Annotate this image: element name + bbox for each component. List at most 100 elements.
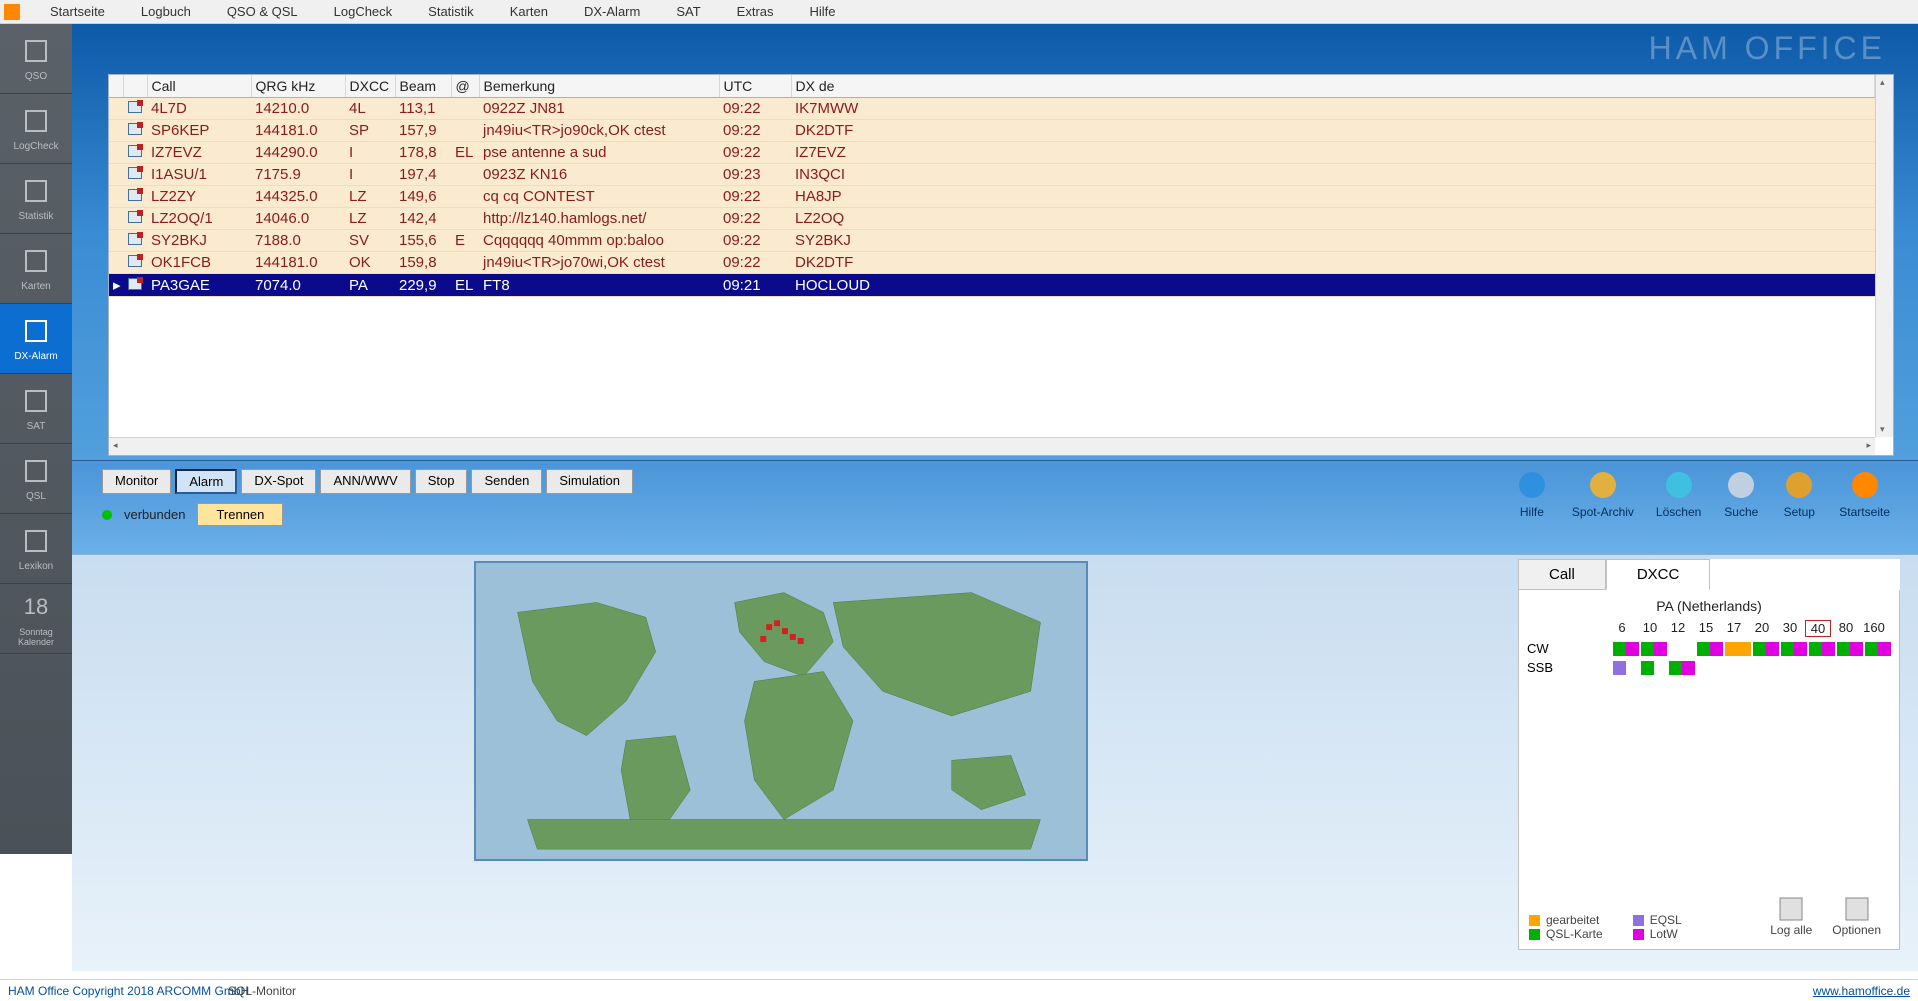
status-cell — [1641, 661, 1667, 675]
connection-status: verbunden Trennen — [102, 503, 283, 526]
table-row[interactable]: LZ2ZY144325.0LZ149,6cq cq CONTEST09:22HA… — [109, 186, 1875, 208]
sidebar-icon — [20, 105, 52, 137]
scrollbar-vertical[interactable] — [1875, 75, 1893, 437]
menu-logcheck[interactable]: LogCheck — [316, 4, 411, 19]
action-logalle[interactable]: Log alle — [1770, 895, 1812, 937]
table-row[interactable]: SP6KEP144181.0SP157,9jn49iu<TR>jo90ck,OK… — [109, 120, 1875, 142]
dxcc-panel: CallDXCC PA (Netherlands) 61012151720304… — [1518, 559, 1900, 959]
toolbar-setup[interactable]: Setup — [1781, 467, 1817, 519]
footer-link[interactable]: www.hamoffice.de — [1813, 984, 1910, 998]
tab-stop[interactable]: Stop — [415, 469, 468, 494]
scrollbar-horizontal[interactable] — [109, 437, 1875, 455]
table-row[interactable]: OK1FCB144181.0OK159,8jn49iu<TR>jo70wi,OK… — [109, 252, 1875, 274]
table-row[interactable]: SY2BKJ7188.0SV155,6ECqqqqqq 40mmm op:bal… — [109, 230, 1875, 252]
cell-beam: 149,6 — [395, 186, 451, 208]
sidebar-karten[interactable]: Karten — [0, 234, 72, 304]
top-menu: StartseiteLogbuchQSO & QSLLogCheckStatis… — [0, 0, 1918, 24]
sidebar-label: QSL — [26, 491, 46, 502]
optionen-icon — [1843, 895, 1871, 923]
world-map[interactable] — [474, 561, 1088, 861]
cell-dxde: LZ2OQ — [791, 208, 1875, 230]
row-indicator-icon: ▸ — [109, 274, 123, 297]
sidebar-sat[interactable]: SAT — [0, 374, 72, 444]
band-col-17: 17 — [1721, 620, 1747, 637]
tab-annwwv[interactable]: ANN/WWV — [320, 469, 410, 494]
table-row[interactable]: ▸PA3GAE7074.0PA229,9ELFT809:21HOCLOUD — [109, 274, 1875, 297]
dx-table-container: CallQRG kHzDXCCBeam@BemerkungUTCDX de 4L… — [108, 74, 1894, 456]
legend-swatch-icon — [1529, 929, 1540, 940]
cell-call: 4L7D — [147, 98, 251, 120]
dxcc-tab-call[interactable]: Call — [1518, 559, 1606, 590]
menu-extras[interactable]: Extras — [719, 4, 792, 19]
cell-utc: 09:22 — [719, 208, 791, 230]
sidebar-qsl[interactable]: QSL — [0, 444, 72, 514]
dx-table[interactable]: CallQRG kHzDXCCBeam@BemerkungUTCDX de 4L… — [109, 75, 1875, 297]
col-dxcc[interactable]: DXCC — [345, 75, 395, 98]
sidebar-label: Lexikon — [19, 561, 53, 572]
cell-bem: FT8 — [479, 274, 719, 297]
table-row[interactable]: 4L7D14210.04L113,10922Z JN8109:22IK7MWW — [109, 98, 1875, 120]
cell-at — [451, 186, 479, 208]
status-cell — [1781, 661, 1807, 675]
menu-hilfe[interactable]: Hilfe — [792, 4, 854, 19]
toolbar-suche[interactable]: Suche — [1723, 467, 1759, 519]
table-row[interactable]: IZ7EVZ144290.0I178,8ELpse antenne a sud0… — [109, 142, 1875, 164]
tab-simulation[interactable]: Simulation — [546, 469, 633, 494]
toolbar-lschen[interactable]: Löschen — [1656, 467, 1701, 519]
sidebar-statistik[interactable]: Statistik — [0, 164, 72, 234]
col-[interactable]: @ — [451, 75, 479, 98]
sidebar-qso[interactable]: QSO — [0, 24, 72, 94]
sidebar-logcheck[interactable]: LogCheck — [0, 94, 72, 164]
toolbar-startseite[interactable]: Startseite — [1839, 467, 1890, 519]
log alle-icon — [1777, 895, 1805, 923]
sidebar-lexikon[interactable]: Lexikon — [0, 514, 72, 584]
status-cell — [1781, 642, 1807, 656]
cell-dxcc: SV — [345, 230, 395, 252]
menu-karten[interactable]: Karten — [492, 4, 566, 19]
tab-monitor[interactable]: Monitor — [102, 469, 171, 494]
band-col-160: 160 — [1861, 620, 1887, 637]
table-row[interactable]: LZ2OQ/114046.0LZ142,4http://lz140.hamlog… — [109, 208, 1875, 230]
menu-startseite[interactable]: Startseite — [32, 4, 123, 19]
sidebar-dx-alarm[interactable]: DX-Alarm — [0, 304, 72, 374]
menu-logbuch[interactable]: Logbuch — [123, 4, 209, 19]
col-dxde[interactable]: DX de — [791, 75, 1875, 98]
menu-statistik[interactable]: Statistik — [410, 4, 492, 19]
row-indicator-icon — [109, 208, 123, 230]
cell-utc: 09:22 — [719, 230, 791, 252]
col-call[interactable]: Call — [147, 75, 251, 98]
status-cell — [1669, 661, 1695, 675]
action-optionen[interactable]: Optionen — [1832, 895, 1881, 937]
mode-label: CW — [1527, 641, 1567, 656]
col-beam[interactable]: Beam — [395, 75, 451, 98]
table-row[interactable]: I1ASU/17175.9I197,40923Z KN1609:23IN3QCI — [109, 164, 1875, 186]
tab-alarm[interactable]: Alarm — [175, 469, 237, 494]
legend-qsl-karte: QSL-Karte — [1529, 927, 1603, 941]
footer-copyright: HAM Office Copyright 2018 ARCOMM GmbH — [8, 984, 249, 998]
tab-dxspot[interactable]: DX-Spot — [241, 469, 316, 494]
home-icon[interactable] — [4, 4, 20, 20]
col-qrgkhz[interactable]: QRG kHz — [251, 75, 345, 98]
toolbar-label: Suche — [1724, 505, 1758, 519]
dxcc-tab-dxcc[interactable]: DXCC — [1606, 559, 1711, 590]
cell-at — [451, 98, 479, 120]
cell-utc: 09:22 — [719, 142, 791, 164]
cell-dxcc: 4L — [345, 98, 395, 120]
löschen-icon — [1661, 467, 1697, 503]
disconnect-button[interactable]: Trennen — [197, 503, 283, 526]
cell-at — [451, 208, 479, 230]
menu-qsoqsl[interactable]: QSO & QSL — [209, 4, 316, 19]
cell-dxde: HOCLOUD — [791, 274, 1875, 297]
cell-beam: 142,4 — [395, 208, 451, 230]
status-cell — [1725, 661, 1751, 675]
menu-dxalarm[interactable]: DX-Alarm — [566, 4, 658, 19]
row-flag-icon — [123, 164, 147, 186]
cell-call: LZ2ZY — [147, 186, 251, 208]
toolbar-spotarchiv[interactable]: Spot-Archiv — [1572, 467, 1634, 519]
sidebar-18[interactable]: 18SonntagKalender — [0, 584, 72, 654]
menu-sat[interactable]: SAT — [658, 4, 718, 19]
toolbar-hilfe[interactable]: Hilfe — [1514, 467, 1550, 519]
col-bemerkung[interactable]: Bemerkung — [479, 75, 719, 98]
col-utc[interactable]: UTC — [719, 75, 791, 98]
tab-senden[interactable]: Senden — [471, 469, 542, 494]
